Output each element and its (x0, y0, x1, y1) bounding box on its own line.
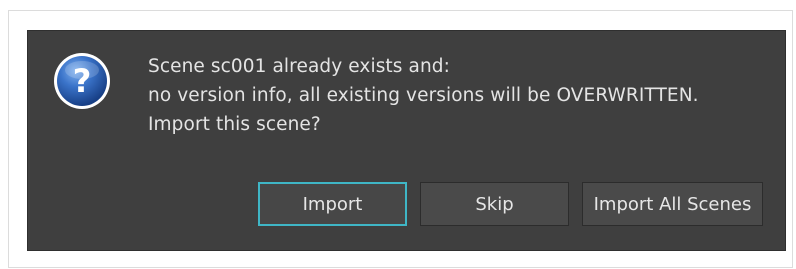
import-scene-dialog: ? Scene sc001 already exists and: no ver… (27, 30, 786, 251)
message-line-2: no version info, all existing versions w… (148, 85, 699, 106)
question-icon: ? (54, 53, 110, 109)
message-line-3: Import this scene? (148, 114, 321, 135)
import-button[interactable]: Import (258, 182, 407, 226)
dialog-message: Scene sc001 already exists and: no versi… (148, 52, 699, 139)
import-all-scenes-button[interactable]: Import All Scenes (582, 182, 763, 226)
message-line-1: Scene sc001 already exists and: (148, 56, 450, 77)
skip-button[interactable]: Skip (420, 182, 569, 226)
svg-text:?: ? (73, 62, 92, 100)
